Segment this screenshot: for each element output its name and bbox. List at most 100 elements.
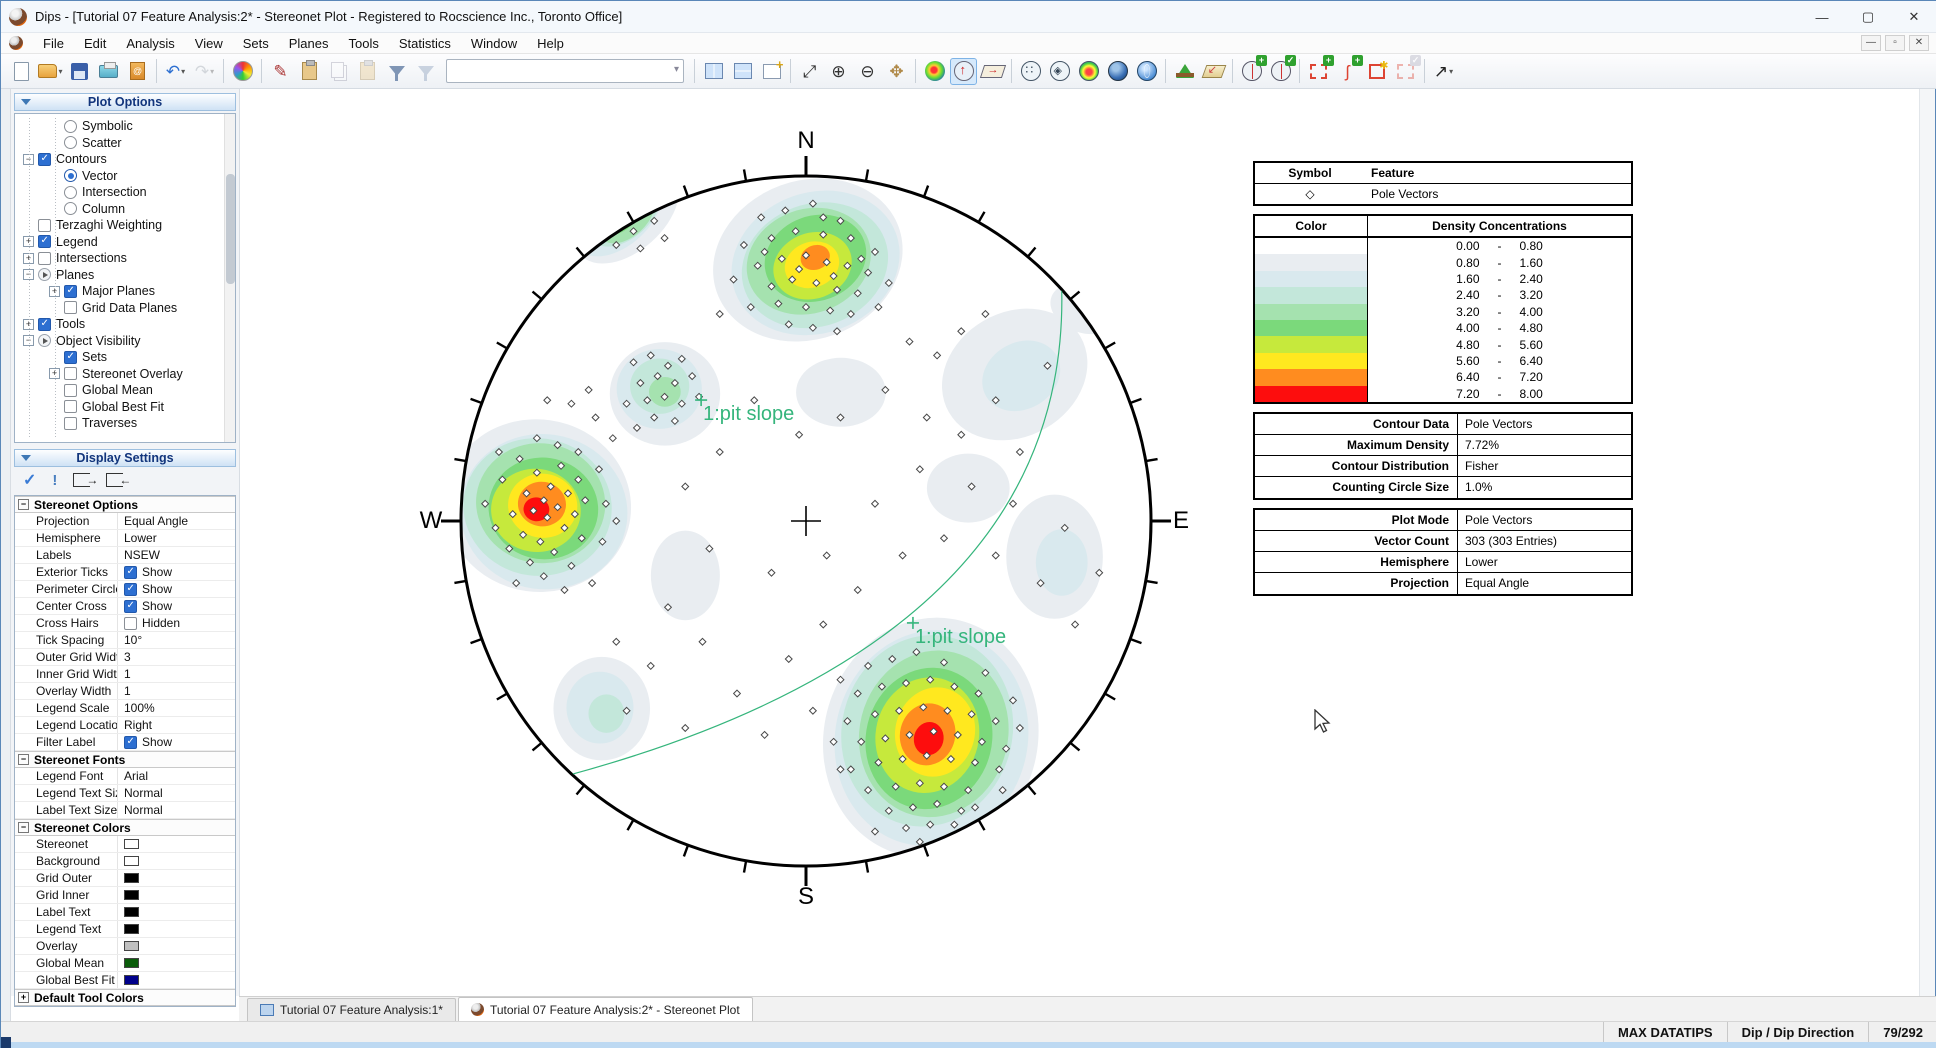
zoom-extents-button[interactable]: ⤢ xyxy=(796,58,823,85)
checkbox-icon[interactable] xyxy=(124,617,137,630)
expand-box-icon[interactable]: + xyxy=(18,992,29,1003)
tree-item-intersection[interactable]: Intersection xyxy=(15,184,235,201)
new-window-button[interactable] xyxy=(758,58,785,85)
menu-edit[interactable]: Edit xyxy=(74,34,116,53)
minimize-button[interactable]: — xyxy=(1799,1,1845,33)
add-plane-button[interactable]: + xyxy=(1238,58,1265,85)
menu-help[interactable]: Help xyxy=(527,34,574,53)
print-button[interactable] xyxy=(95,58,122,85)
checkbox-icon[interactable] xyxy=(64,417,77,430)
paste-special-button[interactable] xyxy=(296,58,323,85)
color-swatch[interactable] xyxy=(124,839,139,849)
mdi-close-button[interactable]: ✕ xyxy=(1909,35,1929,51)
property-value[interactable]: Normal xyxy=(118,786,235,800)
tree-item-grid-data-planes[interactable]: Grid Data Planes xyxy=(15,300,235,317)
checkbox-icon[interactable] xyxy=(38,235,51,248)
grid-section-stereonet-fonts[interactable]: −Stereonet Fonts xyxy=(15,751,235,768)
tree-item-major-planes[interactable]: +Major Planes xyxy=(15,283,235,300)
property-value[interactable] xyxy=(118,907,235,917)
tree-item-global-mean[interactable]: Global Mean xyxy=(15,382,235,399)
document-tab[interactable]: Tutorial 07 Feature Analysis:1* xyxy=(247,998,456,1021)
property-value[interactable] xyxy=(118,958,235,968)
property-value[interactable]: Show xyxy=(118,582,235,596)
checkbox-icon[interactable] xyxy=(124,566,137,579)
document-tab[interactable]: Tutorial 07 Feature Analysis:2* - Stereo… xyxy=(458,997,753,1021)
checkbox-icon[interactable] xyxy=(64,301,77,314)
filter-edit-button[interactable] xyxy=(412,58,439,85)
chart-colors-button[interactable] xyxy=(229,58,256,85)
property-value[interactable] xyxy=(118,924,235,934)
collapse-box-icon[interactable]: − xyxy=(18,754,29,765)
checkbox-icon[interactable] xyxy=(38,318,51,331)
tree-item-intersections[interactable]: +Intersections xyxy=(15,250,235,267)
menu-planes[interactable]: Planes xyxy=(279,34,339,53)
grid-section-stereonet-colors[interactable]: −Stereonet Colors xyxy=(15,819,235,836)
color-swatch[interactable] xyxy=(124,924,139,934)
open-file-button[interactable]: ▾ xyxy=(37,58,64,85)
property-value[interactable]: Hidden xyxy=(118,616,235,630)
mdi-minimize-button[interactable]: — xyxy=(1861,35,1881,51)
merge-sets-button[interactable]: ✓ xyxy=(1392,58,1419,85)
stereonet-3d-button[interactable] xyxy=(1104,58,1131,85)
property-value[interactable]: 3 xyxy=(118,650,235,664)
new-file-button[interactable] xyxy=(8,58,35,85)
edit-pen-button[interactable]: ✎ xyxy=(267,58,294,85)
symbolic-plot-button[interactable] xyxy=(1046,58,1073,85)
pole-plot-button[interactable] xyxy=(950,58,977,85)
apply-icon[interactable]: ✓ xyxy=(23,470,36,490)
terrain-kinematic-button[interactable] xyxy=(1171,58,1198,85)
grid-section-stereonet-options[interactable]: −Stereonet Options xyxy=(15,496,235,513)
arrow-button-icon[interactable] xyxy=(38,334,51,347)
add-set-freeform-button[interactable]: ʃ+ xyxy=(1334,58,1361,85)
mdi-restore-button[interactable]: ▫ xyxy=(1885,35,1905,51)
tree-item-planes[interactable]: −Planes xyxy=(15,267,235,284)
tree-item-global-best-fit[interactable]: Global Best Fit xyxy=(15,399,235,416)
query-select-button[interactable]: ↗▾ xyxy=(1430,58,1457,85)
property-value[interactable]: 10° xyxy=(118,633,235,647)
info-viewer-button[interactable] xyxy=(124,58,151,85)
maximize-button[interactable]: ▢ xyxy=(1845,1,1891,33)
tree-item-symbolic[interactable]: Symbolic xyxy=(15,118,235,135)
checkbox-icon[interactable] xyxy=(64,400,77,413)
property-value[interactable] xyxy=(118,873,235,883)
stereonet-plot[interactable]: NESW1:pit slope1:pit slope xyxy=(240,89,1922,996)
edit-sets-button[interactable] xyxy=(1363,58,1390,85)
menu-window[interactable]: Window xyxy=(461,34,527,53)
checkbox-icon[interactable] xyxy=(64,285,77,298)
zoom-out-button[interactable]: ⊖ xyxy=(854,58,881,85)
contour-mode-button[interactable] xyxy=(1075,58,1102,85)
close-button[interactable]: ✕ xyxy=(1891,1,1936,33)
color-swatch[interactable] xyxy=(124,941,139,951)
menu-sets[interactable]: Sets xyxy=(233,34,279,53)
checkbox-icon[interactable] xyxy=(38,153,51,166)
tree-item-traverses[interactable]: Traverses xyxy=(15,415,235,432)
checkbox-icon[interactable] xyxy=(124,600,137,613)
menu-tools[interactable]: Tools xyxy=(339,34,389,53)
tile-vertical-button[interactable] xyxy=(700,58,727,85)
edit-planes-button[interactable]: ✓ xyxy=(1267,58,1294,85)
color-swatch[interactable] xyxy=(124,890,139,900)
tree-item-contours[interactable]: −Contours xyxy=(15,151,235,168)
menu-file[interactable]: File xyxy=(33,34,74,53)
property-value[interactable] xyxy=(118,856,235,866)
property-value[interactable]: Right xyxy=(118,718,235,732)
tree-item-column[interactable]: Column xyxy=(15,201,235,218)
tree-item-vector[interactable]: Vector xyxy=(15,168,235,185)
copy-button[interactable] xyxy=(325,58,352,85)
arrow-button-icon[interactable] xyxy=(38,268,51,281)
plot-options-header[interactable]: Plot Options xyxy=(14,93,236,111)
radio-icon[interactable] xyxy=(64,186,77,199)
checkbox-icon[interactable] xyxy=(64,384,77,397)
tree-item-terzaghi-weighting[interactable]: Terzaghi Weighting xyxy=(15,217,235,234)
radio-icon[interactable] xyxy=(64,169,77,182)
tree-item-sets[interactable]: Sets xyxy=(15,349,235,366)
property-value[interactable] xyxy=(118,975,235,985)
radio-icon[interactable] xyxy=(64,136,77,149)
property-value[interactable]: 1 xyxy=(118,684,235,698)
collapse-box-icon[interactable]: − xyxy=(18,822,29,833)
contour-plot-button[interactable] xyxy=(921,58,948,85)
menu-view[interactable]: View xyxy=(185,34,233,53)
property-value[interactable] xyxy=(118,890,235,900)
color-swatch[interactable] xyxy=(124,907,139,917)
tree-item-legend[interactable]: +Legend xyxy=(15,234,235,251)
